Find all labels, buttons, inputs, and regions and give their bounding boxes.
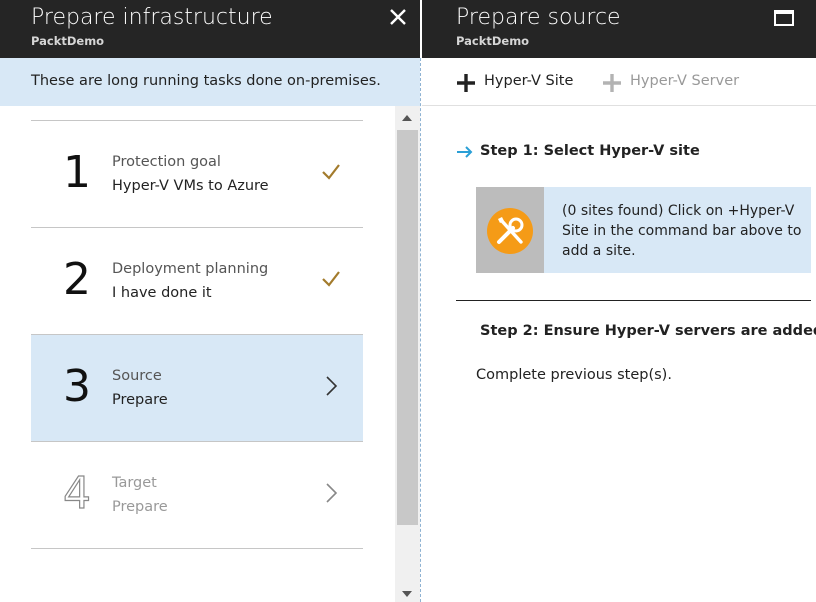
step-label: Target xyxy=(112,475,157,491)
scrollbar[interactable] xyxy=(395,106,420,602)
step-value: Prepare xyxy=(112,499,168,515)
chevron-right-icon xyxy=(326,376,338,396)
step-number: 2 xyxy=(63,254,91,305)
step-value: I have done it xyxy=(112,285,212,301)
prepare-source-blade: Prepare source PacktDemo Hyper-V Site Hy… xyxy=(422,0,816,602)
check-icon xyxy=(322,164,340,180)
blade-subtitle: PacktDemo xyxy=(31,34,105,48)
divider xyxy=(456,300,811,301)
info-banner: These are long running tasks done on-pre… xyxy=(0,58,420,106)
blade-subtitle: PacktDemo xyxy=(456,34,530,48)
command-label: Hyper-V Server xyxy=(630,73,740,89)
scroll-up-icon[interactable] xyxy=(402,115,412,121)
step2-heading: Step 2: Ensure Hyper-V servers are added xyxy=(480,323,816,339)
steps-list: 1 Protection goal Hyper-V VMs to Azure 2… xyxy=(0,106,395,602)
tools-icon xyxy=(487,208,533,254)
step1-heading-text: Step 1: Select Hyper-V site xyxy=(480,143,700,159)
prepare-infrastructure-blade: Prepare infrastructure PacktDemo These a… xyxy=(0,0,420,602)
step-label: Deployment planning xyxy=(112,261,269,277)
blade-title: Prepare source xyxy=(456,5,621,30)
step2-status: Complete previous step(s). xyxy=(476,367,672,383)
plus-icon xyxy=(603,74,621,92)
chevron-right-icon xyxy=(326,483,338,503)
plus-icon xyxy=(457,74,475,92)
azure-portal: Prepare infrastructure PacktDemo These a… xyxy=(0,0,816,602)
step-source[interactable]: 3 Source Prepare xyxy=(31,335,363,442)
blade-divider xyxy=(420,58,421,602)
step-value: Hyper-V VMs to Azure xyxy=(112,178,269,194)
blade-header: Prepare source PacktDemo xyxy=(422,0,816,58)
notice-icon-box xyxy=(476,187,544,273)
check-icon xyxy=(322,271,340,287)
step-target[interactable]: 4 Target Prepare xyxy=(31,442,363,549)
no-sites-notice: (0 sites found) Click on +Hyper-V Site i… xyxy=(476,187,811,273)
step-deployment-planning[interactable]: 2 Deployment planning I have done it xyxy=(31,228,363,335)
maximize-icon[interactable] xyxy=(774,10,794,26)
notice-text: (0 sites found) Click on +Hyper-V Site i… xyxy=(562,203,802,259)
step-value: Prepare xyxy=(112,392,168,408)
step-label: Protection goal xyxy=(112,154,221,170)
scroll-down-icon[interactable] xyxy=(402,591,412,597)
step-number: 4 xyxy=(62,467,91,519)
step-number: 1 xyxy=(63,147,91,198)
command-bar: Hyper-V Site Hyper-V Server xyxy=(422,58,816,106)
command-label: Hyper-V Site xyxy=(484,73,574,89)
blade-header: Prepare infrastructure PacktDemo xyxy=(0,0,420,58)
blade-title: Prepare infrastructure xyxy=(31,5,273,30)
step-number: 3 xyxy=(63,361,91,412)
arrow-right-icon xyxy=(457,146,473,158)
step-protection-goal[interactable]: 1 Protection goal Hyper-V VMs to Azure xyxy=(31,121,363,228)
close-icon[interactable] xyxy=(386,5,410,29)
step-label: Source xyxy=(112,368,162,384)
scrollbar-thumb[interactable] xyxy=(397,130,418,525)
